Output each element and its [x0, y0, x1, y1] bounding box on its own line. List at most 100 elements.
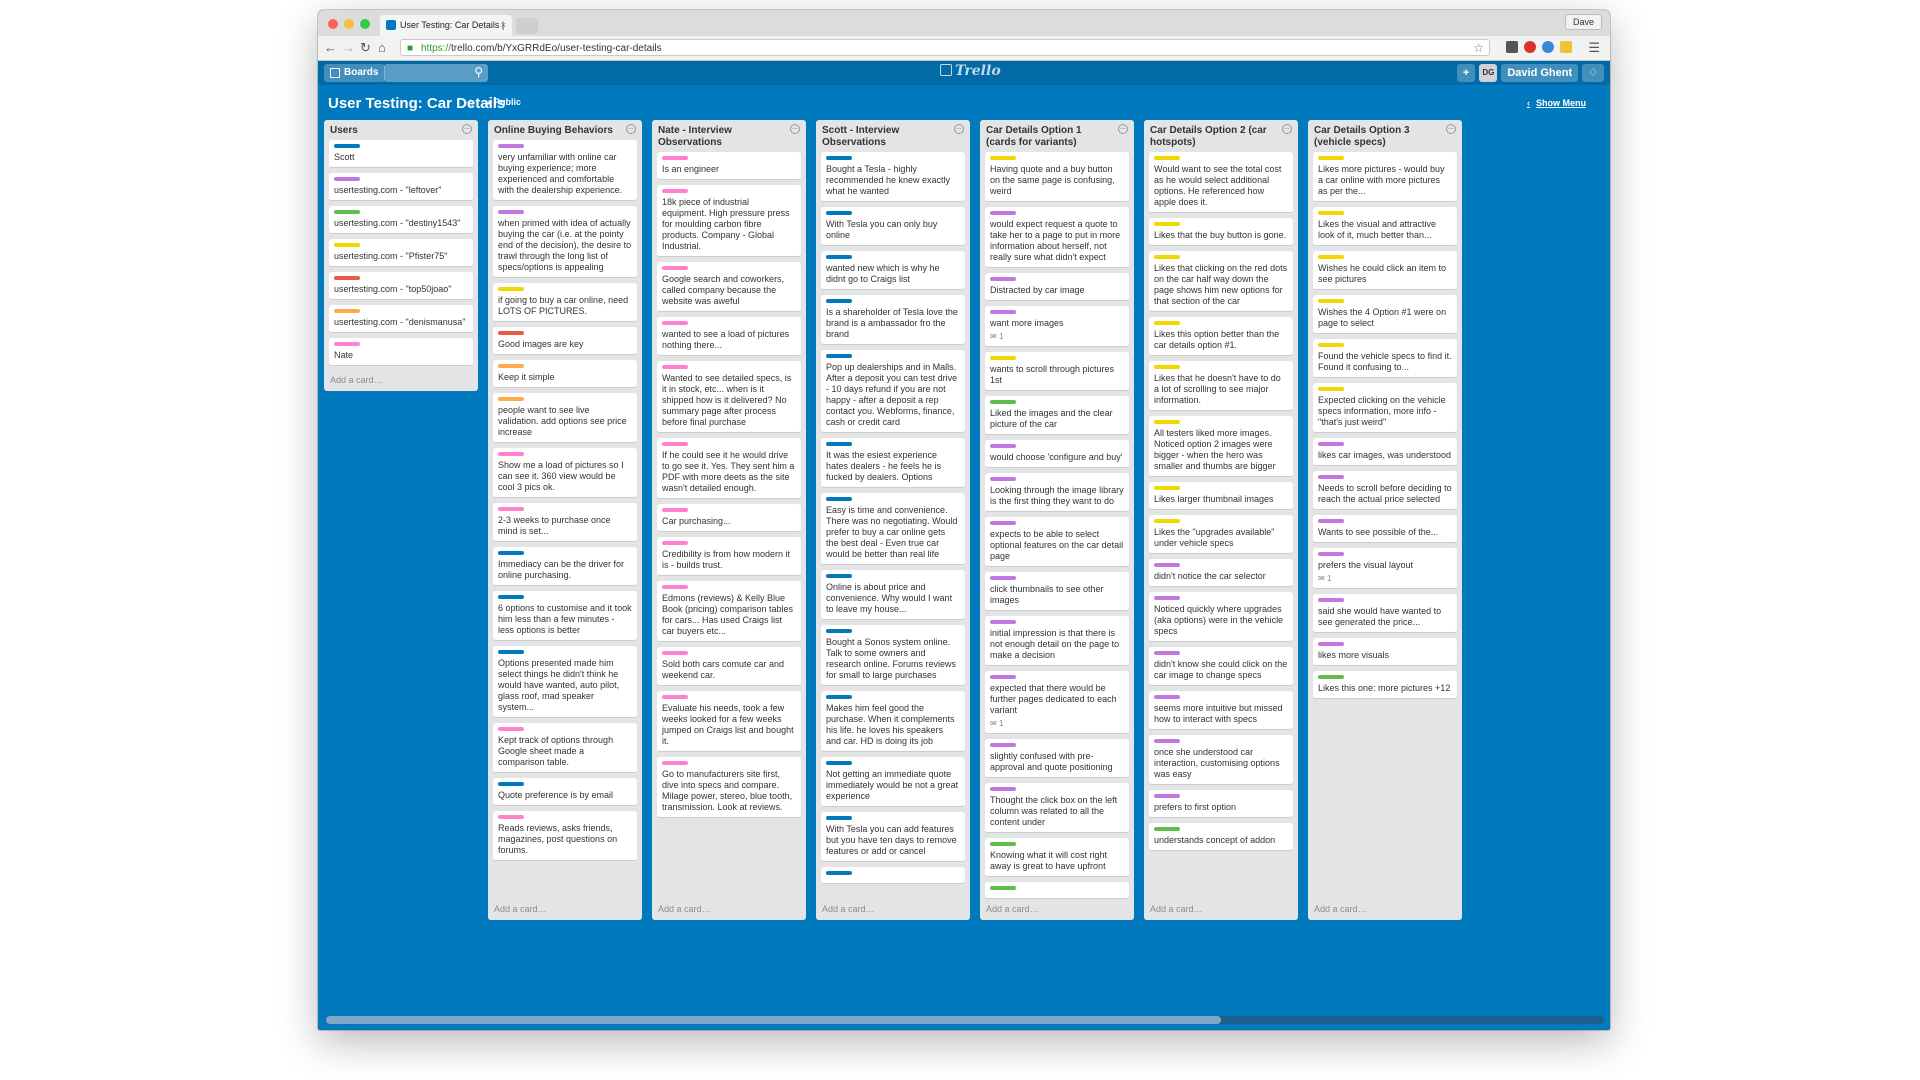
card[interactable]: expects to be able to select optional fe… [985, 517, 1129, 567]
card[interactable]: Google search and coworkers, called comp… [657, 262, 801, 312]
card[interactable]: expected that there would be further pag… [985, 671, 1129, 734]
extension-icon[interactable] [1560, 41, 1572, 53]
browser-tab[interactable]: User Testing: Car Details | × [380, 15, 512, 36]
card[interactable]: Would want to see the total cost as he w… [1149, 152, 1293, 213]
card[interactable]: All testers liked more images. Noticed o… [1149, 416, 1293, 477]
card[interactable]: Show me a load of pictures so I can see … [493, 448, 637, 498]
card[interactable]: slightly confused with pre-approval and … [985, 739, 1129, 778]
card[interactable]: usertesting.com - "top50joao" [329, 272, 473, 300]
close-window-button[interactable] [328, 19, 338, 29]
card[interactable]: Credibility is from how modern it is - b… [657, 537, 801, 576]
search-input[interactable]: ⚲ [384, 64, 488, 82]
card[interactable]: said she would have wanted to see genera… [1313, 594, 1457, 633]
card[interactable]: Nate [329, 338, 473, 366]
card[interactable]: would choose 'configure and buy' [985, 440, 1129, 468]
minimize-window-button[interactable] [344, 19, 354, 29]
card[interactable]: want more images ✉ 1 [985, 306, 1129, 347]
extension-icon[interactable] [1506, 41, 1518, 53]
card[interactable]: Pop up dealerships and in Malls. After a… [821, 350, 965, 433]
add-card-link[interactable]: Add a card… [324, 371, 478, 391]
card[interactable]: likes more visuals [1313, 638, 1457, 666]
card[interactable]: Good images are key [493, 327, 637, 355]
card[interactable]: once she understood car interaction, cus… [1149, 735, 1293, 785]
card[interactable]: Wanted to see detailed specs, is it in s… [657, 361, 801, 433]
card[interactable] [821, 867, 965, 884]
card[interactable]: Go to manufacturers site first, dive int… [657, 757, 801, 818]
card[interactable]: Is an engineer [657, 152, 801, 180]
new-tab-button[interactable] [516, 18, 538, 34]
card[interactable]: It was the esiest experience hates deale… [821, 438, 965, 488]
card[interactable]: prefers to first option [1149, 790, 1293, 818]
board-star-icon[interactable]: ☆ [466, 97, 476, 110]
card[interactable]: 18k piece of industrial equipment. High … [657, 185, 801, 257]
card[interactable]: wants to scroll through pictures 1st [985, 352, 1129, 391]
card[interactable]: people want to see live validation. add … [493, 393, 637, 443]
card[interactable]: Wants to see possible of the... [1313, 515, 1457, 543]
card[interactable]: Wishes the 4 Option #1 were on page to s… [1313, 295, 1457, 334]
home-icon[interactable]: ⌂ [378, 40, 386, 56]
card[interactable]: Likes that clicking on the red dots on t… [1149, 251, 1293, 312]
card[interactable]: Quote preference is by email [493, 778, 637, 806]
list-menu-icon[interactable]: … [1282, 124, 1292, 134]
notifications-bell-icon[interactable]: ♢ [1582, 64, 1604, 82]
card[interactable]: didn't notice the car selector [1149, 559, 1293, 587]
card[interactable]: Likes the visual and attractive look of … [1313, 207, 1457, 246]
browser-profile-button[interactable]: Dave [1564, 14, 1602, 30]
reload-icon[interactable]: ↻ [360, 40, 371, 56]
list-menu-icon[interactable]: … [954, 124, 964, 134]
add-card-link[interactable]: Add a card… [980, 900, 1134, 920]
card[interactable]: Likes this option better than the car de… [1149, 317, 1293, 356]
card[interactable]: usertesting.com - "destiny1543" [329, 206, 473, 234]
avatar[interactable]: DG [1479, 64, 1498, 82]
card[interactable]: understands concept of addon [1149, 823, 1293, 851]
tab-close-icon[interactable]: × [501, 15, 506, 36]
extension-icon[interactable] [1542, 41, 1554, 53]
card[interactable]: Reads reviews, asks friends, magazines, … [493, 811, 637, 861]
list-menu-icon[interactable]: … [462, 124, 472, 134]
list-menu-icon[interactable]: … [626, 124, 636, 134]
card[interactable]: Bought a Tesla - highly recommended he k… [821, 152, 965, 202]
card[interactable]: Thought the click box on the left column… [985, 783, 1129, 833]
card[interactable]: Found the vehicle specs to find it. Foun… [1313, 339, 1457, 378]
forward-arrow-icon[interactable]: → [342, 40, 355, 56]
card[interactable]: usertesting.com - "denismanusa" [329, 305, 473, 333]
boards-button[interactable]: Boards [324, 64, 386, 82]
card[interactable]: Needs to scroll before deciding to reach… [1313, 471, 1457, 510]
list-title[interactable]: Car Details Option 3 (vehicle specs)… [1308, 120, 1462, 152]
add-card-link[interactable]: Add a card… [652, 900, 806, 920]
card[interactable]: seems more intuitive but missed how to i… [1149, 691, 1293, 730]
add-button[interactable]: + [1456, 64, 1476, 82]
card[interactable]: initial impression is that there is not … [985, 616, 1129, 666]
card[interactable]: Immediacy can be the driver for online p… [493, 547, 637, 586]
card[interactable]: Likes this one: more pictures +12 [1313, 671, 1457, 699]
card[interactable]: Liked the images and the clear picture o… [985, 396, 1129, 435]
card[interactable]: very unfamiliar with online car buying e… [493, 140, 637, 201]
card[interactable]: Kept track of options through Google she… [493, 723, 637, 773]
card[interactable]: Wishes he could click an item to see pic… [1313, 251, 1457, 290]
list-title[interactable]: Car Details Option 1 (cards for variants… [980, 120, 1134, 152]
card[interactable]: Likes larger thumbnail images [1149, 482, 1293, 510]
scrollbar-thumb[interactable] [326, 1016, 1221, 1024]
card[interactable]: Options presented made him select things… [493, 646, 637, 718]
card[interactable]: Edmons (reviews) & Kelly Blue Book (pric… [657, 581, 801, 642]
card[interactable]: likes car images, was understood [1313, 438, 1457, 466]
card[interactable]: Easy is time and convenience. There was … [821, 493, 965, 565]
card[interactable]: if going to buy a car online, need LOTS … [493, 283, 637, 322]
card[interactable]: Likes that the buy button is gone. [1149, 218, 1293, 246]
card[interactable]: Keep it simple [493, 360, 637, 388]
card[interactable]: Likes more pictures - would buy a car on… [1313, 152, 1457, 202]
show-menu-link[interactable]: ‹ Show Menu [1527, 98, 1586, 108]
card[interactable]: Not getting an immediate quote immediate… [821, 757, 965, 807]
card[interactable]: prefers the visual layout ✉ 1 [1313, 548, 1457, 589]
add-card-link[interactable]: Add a card… [816, 900, 970, 920]
add-card-link[interactable]: Add a card… [1308, 900, 1462, 920]
card[interactable]: Likes that he doesn't have to do a lot o… [1149, 361, 1293, 411]
card[interactable]: click thumbnails to see other images [985, 572, 1129, 611]
card[interactable]: usertesting.com - "leftover" [329, 173, 473, 201]
address-bar[interactable]: ■ https://trello.com/b/YxGRRdEo/user-tes… [400, 39, 1490, 56]
card[interactable]: Is a shareholder of Tesla love the brand… [821, 295, 965, 345]
list-title[interactable]: Online Buying Behaviors… [488, 120, 642, 140]
card[interactable]: Scott [329, 140, 473, 168]
extension-icon[interactable] [1524, 41, 1536, 53]
card[interactable]: With Tesla you can only buy online [821, 207, 965, 246]
